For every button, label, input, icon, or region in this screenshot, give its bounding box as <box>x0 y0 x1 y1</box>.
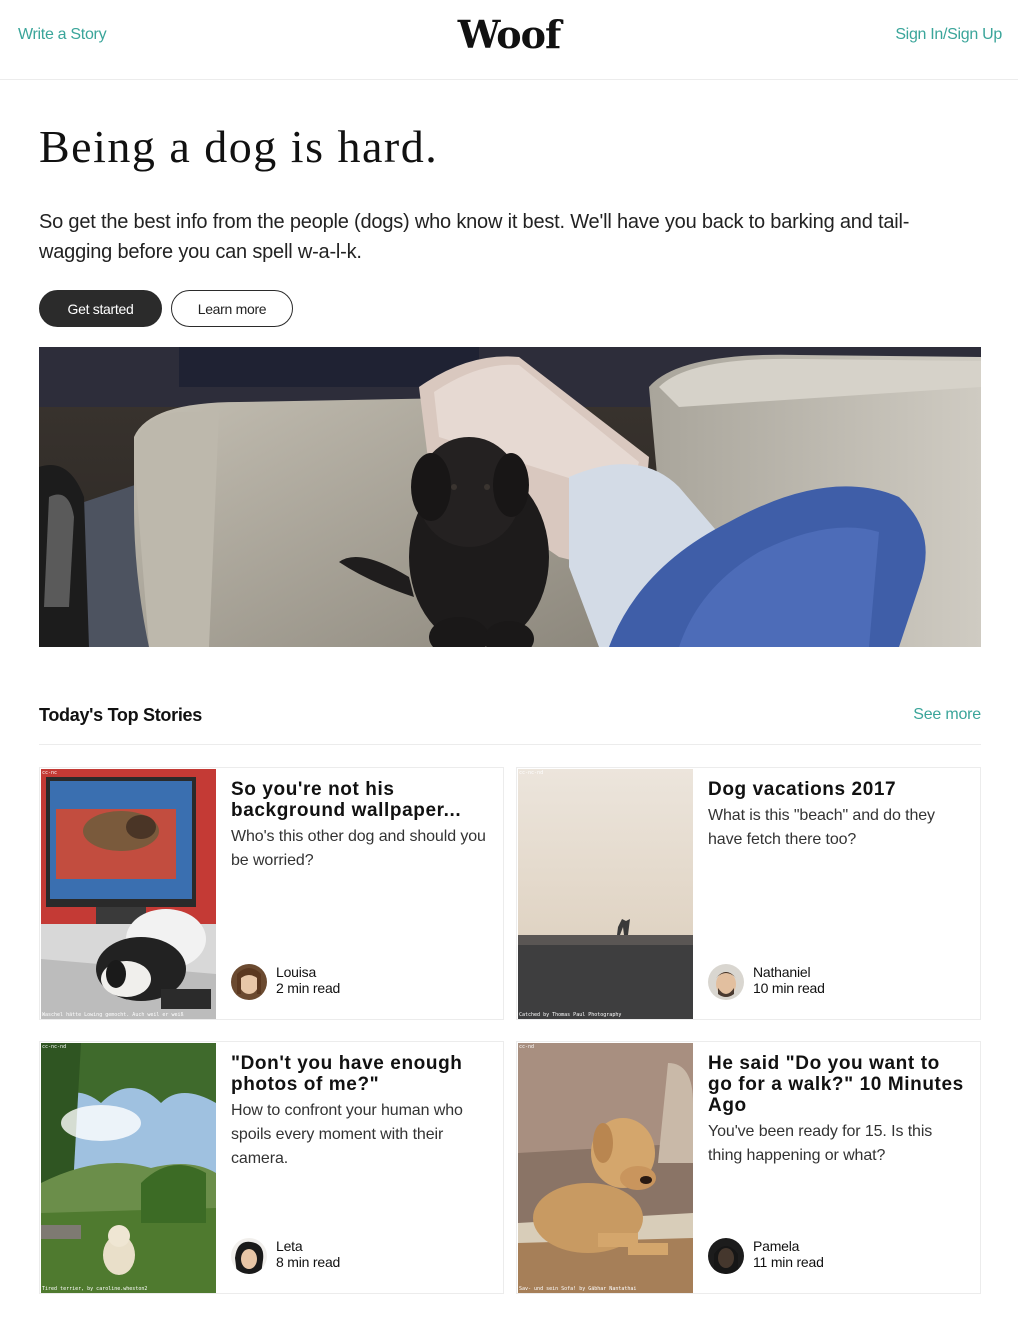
author-name[interactable]: Pamela <box>753 1238 799 1254</box>
story-card[interactable]: cc-nd Sav- und sein Sofa! by Gäbhar Nant… <box>516 1041 981 1294</box>
author-avatar <box>231 1238 267 1274</box>
story-card[interactable]: cc-nc Waschel hätte Lowing gemocht. Auch… <box>39 767 504 1020</box>
photo-license-label: cc-nd <box>519 1044 535 1050</box>
story-card[interactable]: cc-nc-nd Tired terrier, by caroline.whes… <box>39 1041 504 1294</box>
author-name[interactable]: Nathaniel <box>753 964 811 980</box>
read-time: 11 min read <box>753 1254 824 1270</box>
photo-credit: Sav- und sein Sofa! by Gäbhar Nantathai <box>519 1286 637 1292</box>
brand-logo[interactable]: Woof <box>0 12 1018 57</box>
story-title[interactable]: Dog vacations 2017 <box>708 779 968 800</box>
story-title[interactable]: He said "Do you want to go for a walk?" … <box>708 1053 968 1116</box>
hero-subtitle: So get the best info from the people (do… <box>39 211 910 263</box>
story-description: You've been ready for 15. Is this thing … <box>708 1123 933 1164</box>
story-thumbnail: cc-nd Sav- und sein Sofa! by Gäbhar Nant… <box>518 1043 693 1293</box>
story-description: How to confront your human who spoils ev… <box>231 1102 463 1167</box>
avatar-leta-portrait <box>231 1238 267 1274</box>
avatar-louisa-portrait <box>231 964 267 1000</box>
author-name[interactable]: Louisa <box>276 964 316 980</box>
story-card[interactable]: cc-nc-nd Catched by Thomas Paul Photogra… <box>516 767 981 1020</box>
story-title[interactable]: "Don't you have enough photos of me?" <box>231 1053 491 1095</box>
photo-credit: Tired terrier, by caroline.wheston2 <box>42 1286 148 1292</box>
author-name[interactable]: Leta <box>276 1238 303 1254</box>
avatar-nathaniel-portrait <box>708 964 744 1000</box>
author-avatar <box>708 1238 744 1274</box>
dog-monitor-illustration <box>41 769 216 1019</box>
top-navigation: Write a Story Woof Sign In/Sign Up <box>0 0 1018 80</box>
photo-license-label: cc-nc <box>42 770 58 776</box>
story-description: What is this "beach" and do they have fe… <box>708 807 935 848</box>
author-avatar <box>708 964 744 1000</box>
photo-license-label: cc-nc-nd <box>519 770 544 776</box>
beach-dog-illustration <box>518 769 693 1019</box>
photo-credit: Catched by Thomas Paul Photography <box>519 1012 622 1018</box>
story-thumbnail: cc-nc Waschel hätte Lowing gemocht. Auch… <box>41 769 216 1019</box>
hero-title: Being a dog is hard. <box>39 121 439 172</box>
sign-in-link[interactable]: Sign In/Sign Up <box>895 26 1002 44</box>
author-avatar <box>231 964 267 1000</box>
see-more-link[interactable]: See more <box>913 706 981 724</box>
hero-dog-photo <box>39 347 981 647</box>
top-stories-heading: Today's Top Stories <box>39 705 202 725</box>
photo-license-label: cc-nc-nd <box>42 1044 67 1050</box>
section-divider <box>39 744 981 745</box>
dog-on-sofa-illustration <box>39 347 981 647</box>
golden-dog-sofa-illustration <box>518 1043 693 1293</box>
photo-credit: Waschel hätte Lowing gemocht. Auch weil … <box>42 1012 184 1018</box>
avatar-pamela-portrait <box>708 1238 744 1274</box>
read-time: 10 min read <box>753 980 825 996</box>
read-time: 2 min read <box>276 980 341 996</box>
terrier-field-illustration <box>41 1043 216 1293</box>
story-title[interactable]: So you're not his background wallpaper..… <box>231 779 491 821</box>
read-time: 8 min read <box>276 1254 341 1270</box>
learn-more-button[interactable]: Learn more <box>171 290 293 327</box>
story-description: Who's this other dog and should you be w… <box>231 828 486 869</box>
get-started-button[interactable]: Get started <box>39 290 162 327</box>
story-thumbnail: cc-nc-nd Tired terrier, by caroline.whes… <box>41 1043 216 1293</box>
story-thumbnail: cc-nc-nd Catched by Thomas Paul Photogra… <box>518 769 693 1019</box>
